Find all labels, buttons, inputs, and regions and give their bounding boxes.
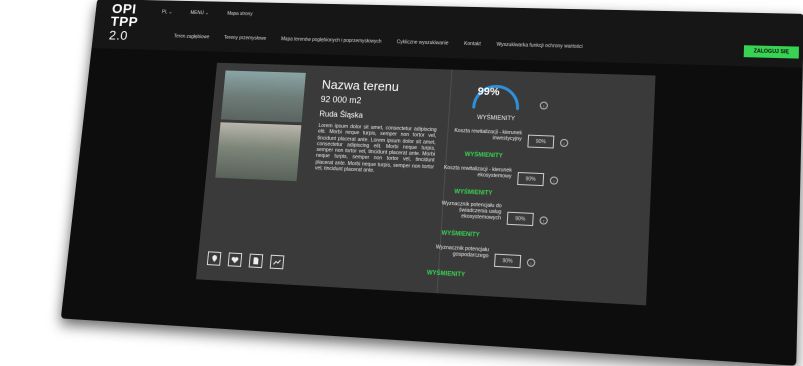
info-icon[interactable]: i [539, 101, 549, 110]
metric-status: WYŚMIENITY [426, 270, 466, 279]
language-select[interactable]: PL ⌄ [162, 10, 173, 16]
logo-version: 2.0 [108, 27, 129, 43]
card-divider [436, 69, 453, 294]
menu-item[interactable]: Teren zagłębiowe [174, 34, 210, 40]
top-navigation: OPI TPP 2.0 PL ⌄ MENU ⌄ Mapa strony Tere… [91, 0, 803, 68]
app-screen: OPI TPP 2.0 PL ⌄ MENU ⌄ Mapa strony Tere… [60, 0, 803, 366]
info-icon[interactable]: i [549, 176, 559, 185]
metric-label: Koszta rewitalizacji - kierunek inwestyc… [454, 127, 523, 143]
main-menu: Teren zagłębiowe Tereny przemysłowe Mapa… [174, 34, 583, 50]
login-button[interactable]: ZALOGUJ SIĘ [743, 45, 799, 59]
metric-value-box: 90% [493, 253, 522, 269]
metric-status: WYŚMIENITY [454, 189, 493, 197]
top-links: PL ⌄ MENU ⌄ Mapa strony [162, 10, 253, 18]
metric-value-box: 90% [527, 134, 555, 149]
sitemap-link[interactable]: Mapa strony [227, 11, 253, 17]
site-description: Lorem ipsum dolor sit amet, consectetur … [314, 122, 437, 174]
chart-icon[interactable] [269, 254, 285, 270]
menu-item[interactable]: Wyszukiwarka funkcji ochrony wartości [496, 42, 583, 50]
pin-icon[interactable] [206, 251, 222, 266]
info-icon[interactable]: i [526, 258, 536, 267]
site-area: 92 000 m2 [320, 94, 362, 106]
metric-value-box: 90% [506, 211, 534, 227]
site-city: Ruda Śląska [319, 109, 364, 120]
score-value: 99% [477, 85, 500, 99]
info-icon[interactable]: i [539, 216, 548, 225]
action-icons [206, 251, 285, 270]
site-photo-top [220, 70, 306, 123]
metric-label: Wyznacznik potencjału do świadczenia usł… [441, 200, 502, 222]
heart-icon[interactable] [227, 252, 243, 267]
site-photo-bottom [215, 122, 302, 182]
site-card: Nazwa terenu 92 000 m2 Ruda Śląska Lorem… [195, 62, 656, 306]
menu-dropdown[interactable]: MENU ⌄ [190, 10, 209, 16]
score-label: WYŚMIENITY [476, 115, 516, 123]
site-title: Nazwa terenu [321, 77, 400, 94]
menu-item[interactable]: Mapa terenów poglębionych i poprzemysłow… [281, 36, 382, 44]
metric-value-box: 90% [517, 172, 545, 187]
document-icon[interactable] [248, 253, 264, 269]
logo[interactable]: OPI TPP 2.0 [108, 1, 140, 43]
menu-item[interactable]: Kontakt [464, 41, 481, 47]
info-icon[interactable]: i [559, 138, 569, 148]
menu-item[interactable]: Tereny przemysłowe [224, 35, 267, 42]
menu-item[interactable]: Cykliczne wyszukiwanie [397, 39, 449, 46]
metric-status: WYŚMIENITY [464, 151, 503, 160]
metric-label: Wyznacznik potencjału gospodarczego [435, 244, 490, 260]
metric-status: WYŚMIENITY [441, 230, 480, 239]
